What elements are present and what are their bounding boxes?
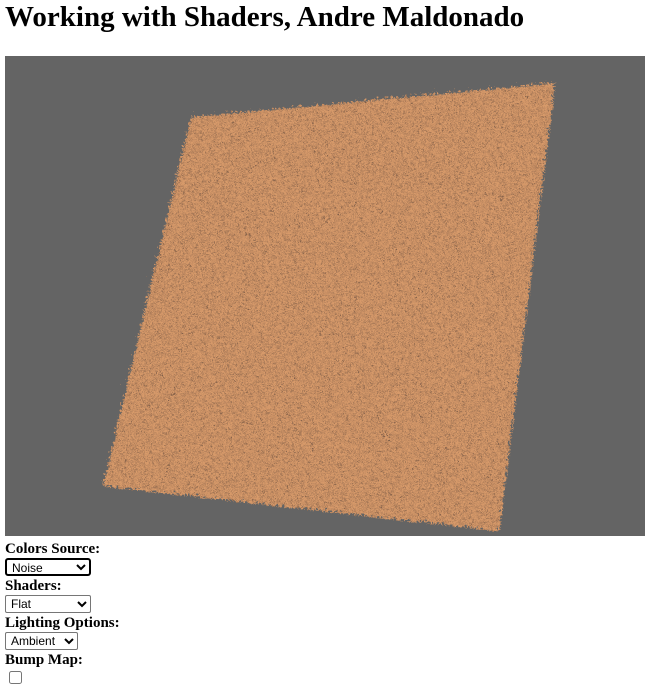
noise-surface [100, 80, 552, 528]
bump-map-label: Bump Map: [5, 652, 83, 668]
shaders-label: Shaders: [5, 578, 62, 594]
colors-source-label: Colors Source: [5, 541, 101, 557]
shaders-select[interactable]: Flat [5, 595, 91, 613]
webgl-canvas[interactable] [5, 56, 645, 536]
controls-panel: Colors Source: Noise Shaders: Flat Light… [5, 541, 645, 684]
bump-map-checkbox[interactable] [9, 671, 22, 684]
page-title: Working with Shaders, Andre Maldonado [5, 1, 525, 33]
lighting-options-select[interactable]: Ambient [5, 632, 78, 650]
render-viewport [100, 80, 552, 528]
colors-source-select[interactable]: Noise [5, 558, 91, 576]
lighting-options-label: Lighting Options: [5, 615, 120, 631]
